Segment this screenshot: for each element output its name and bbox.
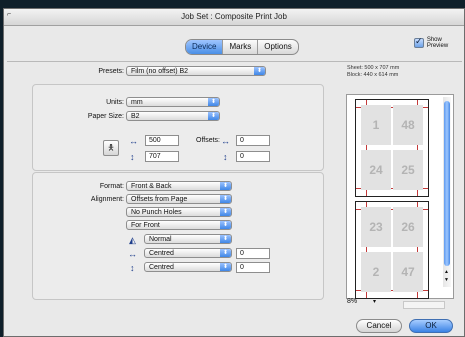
- preview-page: 23: [361, 207, 391, 247]
- horizontal-position-popup[interactable]: Centred ⬍: [144, 248, 232, 258]
- preview-page: 25: [393, 150, 423, 190]
- show-preview-checkbox[interactable]: [414, 36, 424, 48]
- preview-page: 26: [393, 207, 423, 247]
- scale-icon: ◭: [129, 235, 136, 245]
- scale-popup[interactable]: Normal ⬍: [144, 234, 232, 244]
- zoom-value: 8%: [347, 298, 358, 305]
- presets-label: Presets:: [98, 68, 124, 75]
- tab-marks[interactable]: Marks: [223, 40, 259, 54]
- vertical-position-value: Centred: [149, 264, 174, 271]
- presets-popup[interactable]: Film (no offset) B2 ⬍: [126, 66, 266, 76]
- format-label: Format:: [99, 183, 124, 190]
- punch-holes-value: No Punch Holes: [131, 209, 182, 216]
- offsets-label: Offsets:: [196, 137, 220, 144]
- offset-x-arrow-icon: ↔: [221, 136, 230, 146]
- back-sheet: 23 26 2 47: [355, 201, 429, 299]
- units-value: mm: [131, 99, 143, 106]
- vertical-position-popup[interactable]: Centred ⬍: [144, 262, 232, 272]
- offset-y-field[interactable]: 0: [236, 151, 270, 162]
- preview-page: 1: [361, 105, 391, 145]
- show-preview-label: Show Preview: [426, 37, 449, 49]
- units-arrows-icon: ⬍: [208, 98, 219, 106]
- paper-size-popup[interactable]: B2 ⬍: [126, 111, 220, 121]
- vertical-arrows-icon: ⬍: [220, 263, 231, 271]
- orientation-portrait-button[interactable]: 🯅: [103, 140, 119, 156]
- format-popup[interactable]: Front & Back ⬍: [126, 181, 232, 191]
- punch-holes-arrows-icon: ⬍: [220, 208, 231, 216]
- scroll-down-icon[interactable]: ▼: [444, 277, 449, 283]
- vertical-offset-field[interactable]: 0: [236, 262, 270, 273]
- presets-value: Film (no offset) B2: [131, 68, 189, 75]
- paper-size-arrows-icon: ⬍: [208, 112, 219, 120]
- horizontal-position-value: Centred: [149, 250, 174, 257]
- horizontal-arrow-icon: ↔: [128, 249, 137, 259]
- units-label: Units:: [106, 99, 124, 106]
- punch-holes-popup[interactable]: No Punch Holes ⬍: [126, 207, 232, 217]
- paper-size-label: Paper Size:: [87, 113, 124, 120]
- horizontal-arrows-icon: ⬍: [220, 249, 231, 257]
- zoom-popup[interactable]: 8% ▾: [346, 298, 402, 307]
- height-field[interactable]: 707: [145, 151, 179, 162]
- preview-page: 48: [393, 105, 423, 145]
- preview-horizontal-scrollbar[interactable]: [403, 301, 445, 309]
- alignment-popup[interactable]: Offsets from Page ⬍: [126, 194, 232, 204]
- portrait-figure-icon: 🯅: [107, 143, 115, 152]
- ok-button[interactable]: OK: [409, 319, 453, 333]
- alignment-arrows-icon: ⬍: [220, 195, 231, 203]
- scroll-up-icon[interactable]: ▲: [444, 269, 449, 275]
- preview-page: 47: [393, 252, 423, 292]
- side-arrows-icon: ⬍: [220, 221, 231, 229]
- alignment-label: Alignment:: [90, 196, 124, 203]
- window-title: Job Set : Composite Print Job: [181, 12, 287, 21]
- paper-size-value: B2: [131, 113, 140, 120]
- height-arrow-icon: ↕: [130, 152, 135, 162]
- job-set-window: ⌐ Job Set : Composite Print Job Device M…: [3, 8, 465, 337]
- scale-arrows-icon: ⬍: [220, 235, 231, 243]
- presets-arrows-icon: ⬍: [254, 67, 265, 75]
- title-bar[interactable]: ⌐ Job Set : Composite Print Job: [4, 9, 464, 26]
- preview-page: 2: [361, 252, 391, 292]
- units-popup[interactable]: mm ⬍: [126, 97, 220, 107]
- block-size-text: Block: 440 x 614 mm: [347, 72, 399, 78]
- side-value: For Front: [131, 222, 160, 229]
- tab-device[interactable]: Device: [186, 40, 224, 54]
- tab-options[interactable]: Options: [258, 40, 298, 54]
- preview-vertical-scrollbar[interactable]: ▲ ▼: [443, 97, 451, 287]
- vertical-arrow-icon: ↕: [130, 263, 135, 273]
- show-preview-toggle[interactable]: Show Preview: [414, 36, 464, 49]
- width-arrow-icon: ↔: [129, 136, 138, 146]
- offset-x-field[interactable]: 0: [236, 135, 270, 146]
- format-value: Front & Back: [131, 183, 172, 190]
- zoom-caret-icon: ▾: [373, 299, 377, 305]
- front-sheet: 1 48 24 25: [355, 99, 429, 197]
- scrollbar-thumb[interactable]: [444, 101, 450, 266]
- alignment-value: Offsets from Page: [131, 196, 188, 203]
- imposition-preview: 1 48 24 25 23 26 2 47: [346, 94, 454, 299]
- cancel-button[interactable]: Cancel: [356, 319, 402, 333]
- side-popup[interactable]: For Front ⬍: [126, 220, 232, 230]
- scale-value: Normal: [149, 236, 172, 243]
- sheet-info: Sheet: 500 x 707 mm Block: 440 x 614 mm: [347, 65, 399, 79]
- preview-page: 24: [361, 150, 391, 190]
- format-arrows-icon: ⬍: [220, 182, 231, 190]
- sheet-size-text: Sheet: 500 x 707 mm: [347, 65, 400, 71]
- header-divider: [7, 61, 462, 62]
- horizontal-offset-field[interactable]: 0: [236, 248, 270, 259]
- offset-y-arrow-icon: ↕: [223, 152, 228, 162]
- tab-bar: Device Marks Options: [185, 39, 299, 55]
